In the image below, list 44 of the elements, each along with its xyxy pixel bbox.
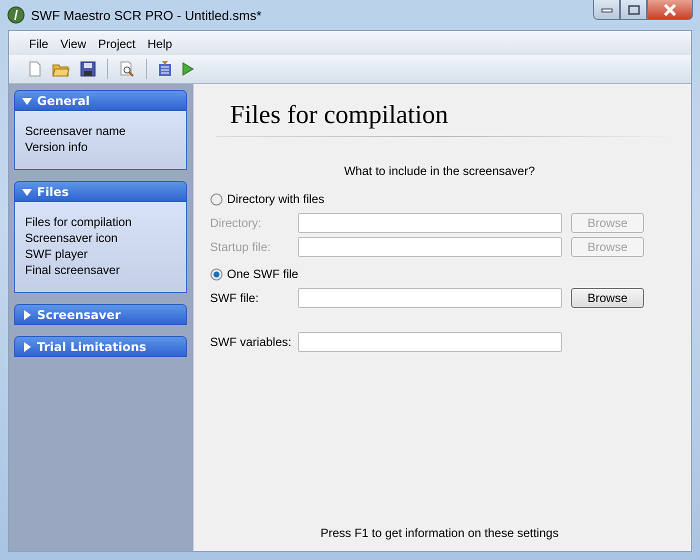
- menu-item[interactable]: File: [23, 37, 54, 51]
- field-label: SWF variables:: [210, 335, 292, 349]
- minimize-icon: [600, 6, 612, 12]
- sidebar-item[interactable]: Files for compilation: [25, 214, 186, 230]
- sidebar-item[interactable]: SWF player: [25, 246, 186, 262]
- menu-item[interactable]: Help: [142, 37, 178, 51]
- magnifier-icon: [119, 61, 135, 77]
- section-header[interactable]: Trial Limitations: [14, 336, 187, 357]
- section-header[interactable]: Files: [14, 181, 187, 202]
- section-header[interactable]: General: [14, 90, 187, 111]
- play-icon: [182, 62, 194, 76]
- field-label: Directory:: [210, 216, 262, 230]
- field-label: Startup file:: [210, 240, 272, 254]
- radio-button[interactable]: [210, 192, 223, 206]
- section-header[interactable]: Screensaver: [14, 304, 187, 325]
- maximize-icon: [628, 4, 640, 14]
- prompt-text: What to include in the screensaver?: [343, 164, 536, 178]
- document-icon: [28, 61, 42, 77]
- page-heading: Files for compilation: [230, 100, 450, 130]
- window-title: SWF Maestro SCR PRO - Untitled.sms*: [31, 8, 262, 22]
- menu-item[interactable]: View: [54, 37, 92, 51]
- clipboard-icon: [158, 61, 172, 77]
- input-field[interactable]: [298, 288, 562, 308]
- help-hint: Press F1 to get information on these settings: [319, 526, 560, 540]
- caret-right-icon: [22, 310, 32, 320]
- sidebar-item[interactable]: Screensaver name: [25, 123, 186, 139]
- menu-item[interactable]: Project: [92, 37, 142, 51]
- sidebar-item[interactable]: Final screensaver: [25, 262, 186, 278]
- sidebar-item[interactable]: Screensaver icon: [25, 230, 186, 246]
- maximize-button[interactable]: [620, 0, 647, 20]
- close-icon: [663, 4, 677, 16]
- field-label: SWF file:: [210, 291, 260, 305]
- input-field[interactable]: [298, 332, 562, 352]
- caret-down-icon: [22, 186, 32, 196]
- caret-right-icon: [22, 342, 32, 352]
- app-logo-icon: [7, 6, 25, 24]
- caret-down-icon: [22, 96, 32, 106]
- close-button[interactable]: [647, 0, 693, 20]
- sidebar-item[interactable]: Version info: [25, 139, 186, 155]
- browse-button[interactable]: Browse: [571, 288, 644, 308]
- radio-option[interactable]: One SWF file: [210, 267, 298, 281]
- radio-button[interactable]: [210, 268, 223, 280]
- option-label: One SWF file: [227, 267, 298, 281]
- minimize-button[interactable]: [593, 0, 620, 20]
